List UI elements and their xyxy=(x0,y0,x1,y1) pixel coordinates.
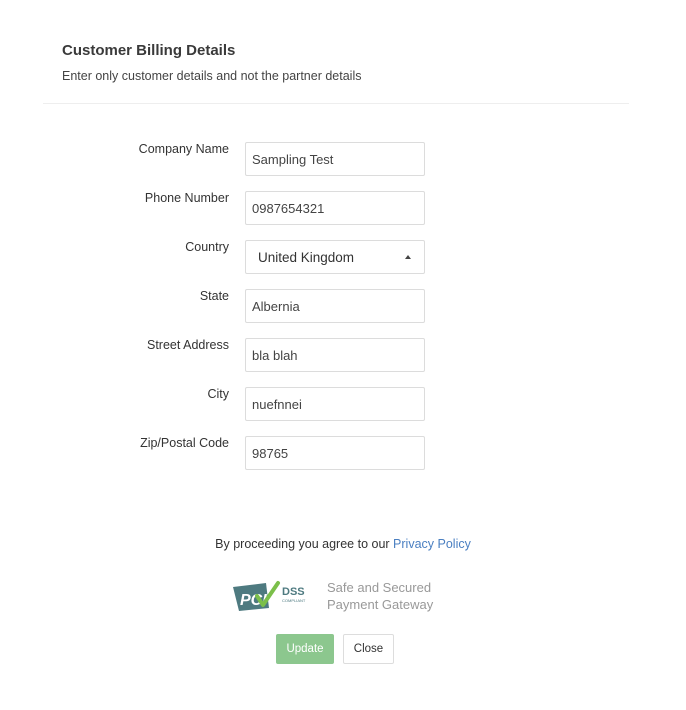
pci-dss-logo-icon: PCI DSS COMPLIANT xyxy=(233,581,306,611)
page-subtitle: Enter only customer details and not the … xyxy=(62,69,362,83)
zip-code-row: Zip/Postal Code xyxy=(0,436,686,470)
close-button[interactable]: Close xyxy=(343,634,394,664)
country-row: Country United Kingdom xyxy=(0,240,686,274)
billing-header: Customer Billing Details Enter only cust… xyxy=(62,42,361,83)
city-input[interactable] xyxy=(245,387,425,421)
phone-number-input[interactable] xyxy=(245,191,425,225)
city-label: City xyxy=(207,387,229,401)
svg-text:DSS: DSS xyxy=(282,586,305,598)
zip-code-input[interactable] xyxy=(245,436,425,470)
privacy-policy-link[interactable]: Privacy Policy xyxy=(393,537,471,551)
zip-code-label: Zip/Postal Code xyxy=(140,436,229,450)
street-address-row: Street Address xyxy=(0,338,686,372)
country-select[interactable]: United Kingdom xyxy=(245,240,425,274)
secure-line-1: Safe and Secured xyxy=(327,580,432,595)
state-label: State xyxy=(199,289,229,303)
secure-line-2: Payment Gateway xyxy=(327,597,434,612)
street-address-input[interactable] xyxy=(245,338,425,372)
security-badge: PCI DSS COMPLIANT Safe and Secured Payme… xyxy=(232,578,433,614)
page-title: Customer Billing Details xyxy=(62,42,236,59)
company-name-row: Company Name xyxy=(0,142,686,176)
header-divider xyxy=(43,103,629,104)
caret-up-icon xyxy=(405,255,411,259)
company-name-input[interactable] xyxy=(245,142,425,176)
agreement-label: By proceeding you agree to our xyxy=(215,537,390,551)
company-name-label: Company Name xyxy=(138,142,229,156)
country-selected-value: United Kingdom xyxy=(258,249,355,265)
phone-number-row: Phone Number xyxy=(0,191,686,225)
state-row: State xyxy=(0,289,686,323)
country-label: Country xyxy=(185,240,229,254)
agreement-text: By proceeding you agree to our Privacy P… xyxy=(0,537,686,551)
phone-number-label: Phone Number xyxy=(144,191,229,205)
city-row: City xyxy=(0,387,686,421)
secure-gateway-text: Safe and Secured Payment Gateway xyxy=(327,579,433,613)
update-button[interactable]: Update xyxy=(276,634,334,664)
state-input[interactable] xyxy=(245,289,425,323)
svg-text:COMPLIANT: COMPLIANT xyxy=(282,598,306,603)
street-address-label: Street Address xyxy=(147,338,229,352)
